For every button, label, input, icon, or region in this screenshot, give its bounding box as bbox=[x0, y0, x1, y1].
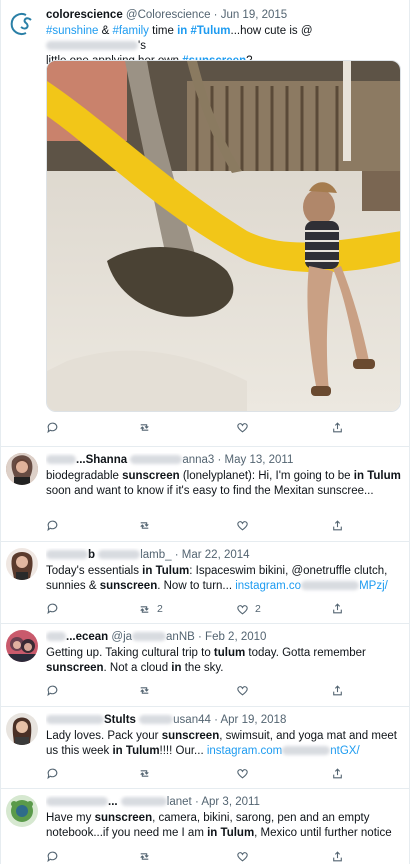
reply-icon bbox=[47, 603, 58, 615]
tweet-header: Stults usan44 · Apr 19, 2018 bbox=[46, 713, 402, 728]
redacted-mention bbox=[46, 41, 138, 51]
user-name[interactable]: Stults bbox=[104, 714, 136, 726]
share-button[interactable] bbox=[331, 767, 344, 780]
instagram-link[interactable]: instagram.com bbox=[207, 745, 282, 757]
tweet-1[interactable]: colorescience @Colorescience · Jun 19, 2… bbox=[1, 0, 410, 447]
tweet-feed: colorescience @Colorescience · Jun 19, 2… bbox=[0, 0, 410, 864]
tweet-header: b lamb_ · Mar 22, 2014 bbox=[46, 548, 402, 563]
like-button[interactable] bbox=[236, 684, 249, 697]
tweet-text: Today's essentials in Tulum: Ispaceswim … bbox=[46, 565, 388, 592]
retweet-button[interactable]: 2 bbox=[138, 602, 163, 617]
retweet-icon bbox=[140, 606, 149, 613]
reply-button[interactable] bbox=[46, 519, 59, 532]
user-avatar[interactable] bbox=[6, 795, 38, 827]
retweet-button[interactable] bbox=[138, 767, 151, 780]
tweet-4[interactable]: ...ecean @ja anNB · Feb 2, 2010 Getting u… bbox=[1, 624, 410, 707]
heart-icon bbox=[237, 605, 248, 615]
user-handle[interactable]: lanet bbox=[167, 796, 192, 808]
heart-icon bbox=[237, 521, 248, 531]
reply-icon bbox=[47, 422, 58, 434]
tweet-header: ... lanet · Apr 3, 2011 bbox=[46, 795, 402, 810]
tweet-text: Lady loves. Pack your sunscreen, swimsui… bbox=[46, 730, 397, 757]
heart-icon bbox=[237, 769, 248, 779]
tweet-date[interactable]: · Mar 22, 2014 bbox=[175, 549, 250, 561]
retweet-button[interactable] bbox=[138, 519, 151, 532]
reply-icon bbox=[47, 520, 58, 532]
user-name[interactable]: b bbox=[88, 549, 95, 561]
share-icon bbox=[333, 851, 342, 862]
tweet-date[interactable]: · Feb 2, 2010 bbox=[198, 631, 266, 643]
like-button[interactable] bbox=[236, 767, 249, 780]
heart-icon bbox=[237, 852, 248, 862]
like-button[interactable] bbox=[236, 421, 249, 434]
user-name[interactable]: ... bbox=[108, 796, 118, 808]
instagram-link[interactable]: instagram.co bbox=[235, 580, 301, 592]
share-button[interactable] bbox=[331, 850, 344, 863]
share-icon bbox=[333, 603, 342, 614]
user-avatar[interactable] bbox=[6, 548, 38, 580]
user-handle[interactable]: @Colorescience bbox=[126, 9, 211, 21]
hashtag-sunshine[interactable]: #sunshine bbox=[46, 25, 98, 37]
reply-button[interactable] bbox=[46, 602, 59, 615]
retweet-icon bbox=[140, 770, 149, 777]
user-avatar[interactable] bbox=[6, 713, 38, 745]
tweet-date[interactable]: · Apr 3, 2011 bbox=[195, 796, 260, 808]
retweet-icon bbox=[140, 522, 149, 529]
reply-button[interactable] bbox=[46, 767, 59, 780]
tweet-text: Getting up. Taking cultural trip to tulu… bbox=[46, 647, 366, 674]
reply-icon bbox=[47, 768, 58, 780]
reply-button[interactable] bbox=[46, 684, 59, 697]
reply-icon bbox=[47, 685, 58, 697]
reply-icon bbox=[47, 851, 58, 863]
tweet-3[interactable]: b lamb_ · Mar 22, 2014 Today's essential… bbox=[1, 542, 410, 624]
hashtag-family[interactable]: #family bbox=[113, 25, 149, 37]
tweet-5[interactable]: Stults usan44 · Apr 19, 2018 Lady loves.… bbox=[1, 707, 410, 789]
tweet-header: ...Shanna anna3 · May 13, 2011 bbox=[46, 453, 402, 468]
user-avatar[interactable] bbox=[6, 630, 38, 662]
tweet-6[interactable]: ... lanet · Apr 3, 2011 Have my sunscree… bbox=[1, 789, 410, 864]
retweet-button[interactable] bbox=[138, 421, 151, 434]
retweet-button[interactable] bbox=[138, 684, 151, 697]
share-button[interactable] bbox=[331, 421, 344, 434]
user-handle[interactable]: anna3 bbox=[182, 454, 214, 466]
user-avatar[interactable] bbox=[6, 453, 38, 485]
retweet-icon bbox=[140, 687, 149, 694]
user-name[interactable]: colorescience bbox=[46, 9, 123, 21]
share-button[interactable] bbox=[331, 519, 344, 532]
user-handle[interactable]: @ja bbox=[111, 631, 132, 643]
user-handle[interactable]: usan44 bbox=[173, 714, 211, 726]
tweet-header: colorescience @Colorescience · Jun 19, 2… bbox=[46, 8, 402, 23]
tweet-2[interactable]: ...Shanna anna3 · May 13, 2011 biodegrad… bbox=[1, 447, 410, 542]
user-name[interactable]: ...ecean bbox=[66, 631, 108, 643]
colorescience-logo-avatar[interactable] bbox=[6, 8, 38, 40]
reply-button[interactable] bbox=[46, 850, 59, 863]
tweet-photo-girl-in-hammock[interactable] bbox=[46, 60, 401, 412]
share-icon bbox=[333, 520, 342, 531]
like-button[interactable]: 2 bbox=[236, 602, 261, 617]
tweet-date[interactable]: · Apr 19, 2018 bbox=[214, 714, 286, 726]
share-button[interactable] bbox=[331, 684, 344, 697]
user-handle[interactable]: lamb_ bbox=[140, 549, 171, 561]
share-icon bbox=[333, 422, 342, 433]
heart-icon bbox=[237, 686, 248, 696]
tweet-text: Have my sunscreen, camera, bikini, saron… bbox=[46, 812, 392, 839]
tweet-text: biodegradable sunscreen (lonelyplanet): … bbox=[46, 470, 401, 497]
like-button[interactable] bbox=[236, 519, 249, 532]
tweet-date[interactable]: · May 13, 2011 bbox=[218, 454, 294, 466]
heart-icon bbox=[237, 423, 248, 433]
share-icon bbox=[333, 768, 342, 779]
share-icon bbox=[333, 685, 342, 696]
tweet-date[interactable]: · Jun 19, 2015 bbox=[214, 9, 288, 21]
tweet-header: ...ecean @ja anNB · Feb 2, 2010 bbox=[46, 630, 402, 645]
like-count: 2 bbox=[255, 603, 261, 615]
hashtag-tulum[interactable]: in #Tulum bbox=[177, 25, 230, 37]
retweet-count: 2 bbox=[157, 603, 163, 615]
retweet-button[interactable] bbox=[138, 850, 151, 863]
reply-button[interactable] bbox=[46, 421, 59, 434]
share-button[interactable] bbox=[331, 602, 344, 615]
user-name[interactable]: ...Shanna bbox=[76, 454, 127, 466]
retweet-icon bbox=[140, 424, 149, 431]
like-button[interactable] bbox=[236, 850, 249, 863]
retweet-icon bbox=[140, 853, 149, 860]
